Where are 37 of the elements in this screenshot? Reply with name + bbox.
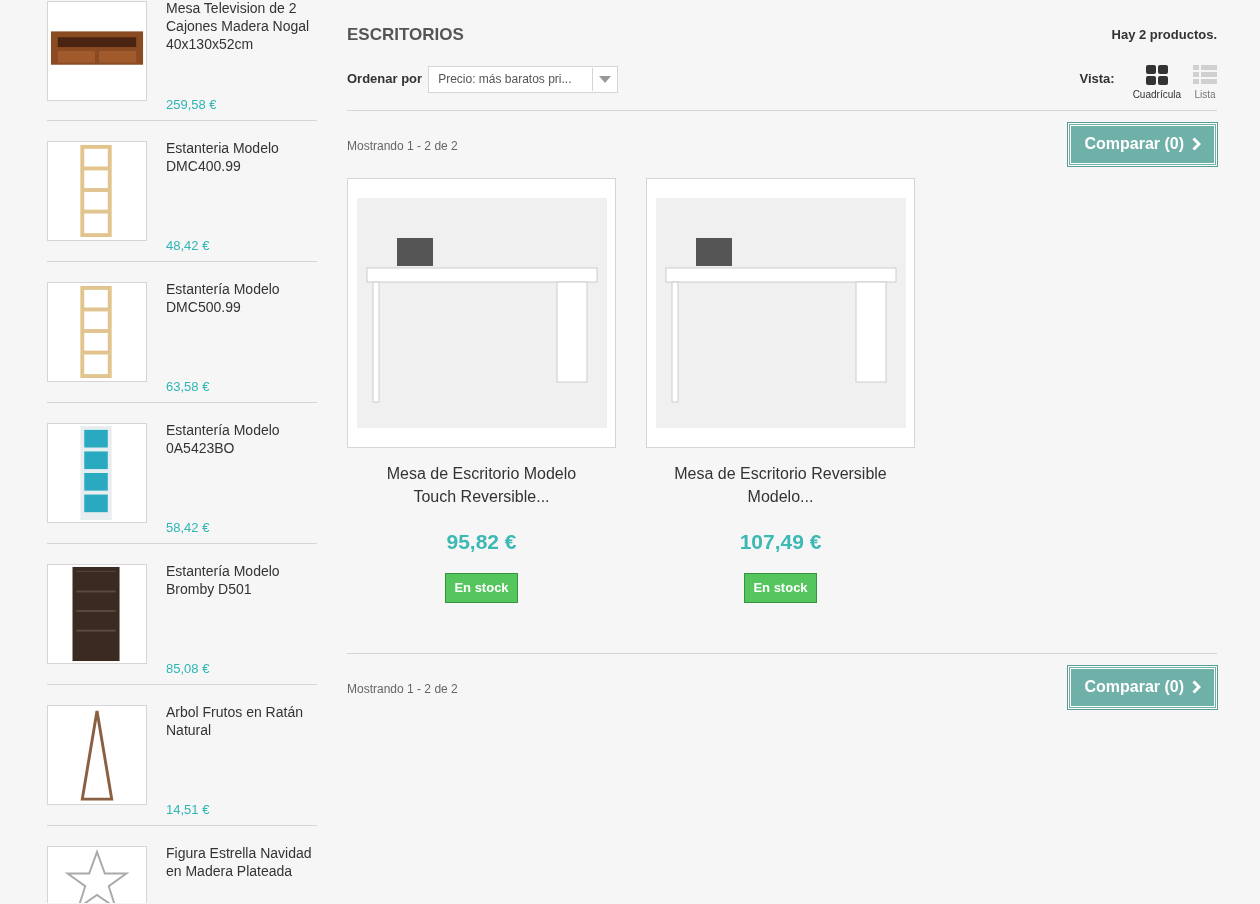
sort-label: Ordenar por	[347, 70, 423, 89]
product-price: 259,58 €	[166, 95, 218, 114]
desk-photo[interactable]	[655, 197, 906, 428]
results-count: Mostrando 1 - 2 de 2	[347, 680, 458, 698]
list-icon	[1193, 64, 1217, 85]
category-title: ESCRITORIOS	[347, 24, 464, 46]
chevron-icon	[1192, 680, 1201, 694]
product-price: 107,49 €	[739, 528, 822, 555]
product-price: 48,42 €	[166, 236, 211, 255]
product-price: 85,08 €	[166, 659, 211, 678]
availability-badge: En stock	[744, 573, 817, 603]
chevron-icon	[1192, 137, 1201, 151]
product-photo[interactable]	[47, 564, 147, 664]
view-grid-toggle[interactable]: Cuadrícula	[1132, 64, 1181, 102]
product-link[interactable]: Estantería Modelo DMC500.99	[166, 280, 317, 316]
product-link[interactable]: Estantería Modelo Bromby D501	[166, 562, 317, 598]
product-link[interactable]: Mesa Television de 2 Cajones Madera Nogal 40x130x52cm	[166, 0, 317, 53]
product-count: Hay 2 productos.	[1111, 26, 1217, 44]
grid-icon	[1145, 64, 1168, 85]
product-link[interactable]: Estantería Modelo 0A5423BO	[166, 421, 317, 457]
view-label: Vista:	[1079, 69, 1115, 88]
product-photo[interactable]	[47, 1, 147, 101]
view-list-toggle[interactable]: Lista	[1193, 64, 1217, 102]
product-link[interactable]: Figura Estrella Navidad en Madera Plateada	[166, 844, 317, 880]
sort-dropdown[interactable]: Precio: más baratos pri...	[428, 65, 619, 93]
desk-photo[interactable]	[356, 197, 607, 428]
results-count: Mostrando 1 - 2 de 2	[347, 137, 458, 155]
product-link[interactable]: Arbol Frutos en Ratán Natural	[166, 703, 317, 739]
product-price: 14,51 €	[166, 800, 211, 819]
product-price: 58,42 €	[166, 518, 211, 537]
product-name[interactable]: Mesa de Escritorio Reversible Modelo...	[646, 461, 915, 508]
product-price: 63,58 €	[166, 377, 211, 396]
product-name[interactable]: Mesa de Escritorio Modelo Touch Reversible...	[347, 461, 616, 508]
product-price: 95,82 €	[446, 528, 517, 555]
availability-badge: En stock	[445, 573, 518, 603]
product-link[interactable]: Estanteria Modelo DMC400.99	[166, 139, 317, 175]
caret-icon	[598, 75, 611, 83]
